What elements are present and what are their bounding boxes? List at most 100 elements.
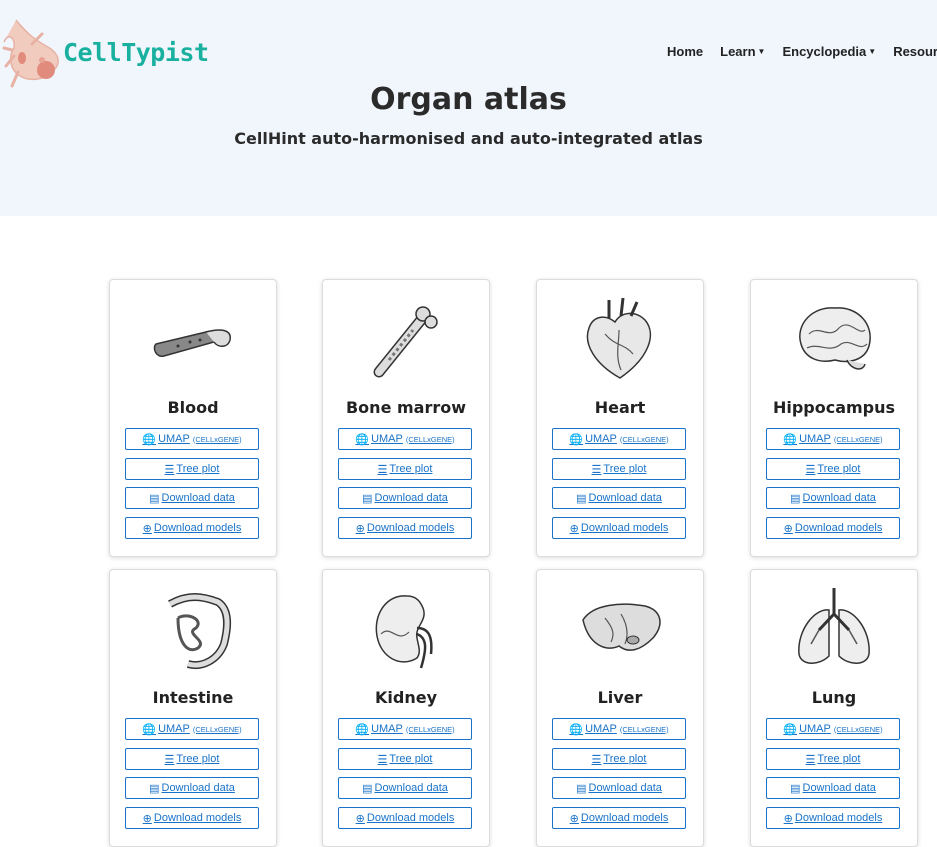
organ-card-bone-marrow: Bone marrow 🌐 UMAP (CELLxGENE) ☰ Tree plot … — [322, 279, 490, 557]
tree-plot-link[interactable]: ☰ Tree plot — [552, 748, 686, 770]
umap-link[interactable]: 🌐 UMAP (CELLxGENE) — [552, 428, 686, 450]
tree-plot-link[interactable]: ☰ Tree plot — [338, 458, 472, 480]
list-icon: ☰ — [164, 753, 175, 766]
organ-name: Kidney — [374, 688, 437, 707]
download-models-label: Download models — [580, 812, 669, 824]
download-models-link[interactable]: ⊕ Download models — [338, 807, 472, 829]
umap-link[interactable]: 🌐 UMAP (CELLxGENE) — [338, 718, 472, 740]
page-title: Organ atlas — [370, 82, 567, 117]
download-data-label: Download data — [161, 782, 235, 794]
globe-icon: 🌐 — [783, 723, 798, 736]
nav-home[interactable]: Home — [667, 44, 703, 59]
list-icon: ☰ — [164, 463, 175, 476]
download-data-link[interactable]: ▤ Download data — [766, 777, 900, 799]
blood-vessel-icon — [148, 294, 238, 384]
circle-download-icon: ⊕ — [355, 522, 365, 535]
umap-link[interactable]: 🌐 UMAP (CELLxGENE) — [338, 428, 472, 450]
nav-learn[interactable]: Learn ▼ — [720, 44, 765, 59]
globe-icon: 🌐 — [569, 433, 584, 446]
umap-label: UMAP — [799, 723, 831, 735]
tree-plot-link[interactable]: ☰ Tree plot — [125, 458, 259, 480]
download-data-link[interactable]: ▤ Download data — [766, 487, 900, 509]
umap-sublabel: (CELLxGENE) — [833, 434, 883, 444]
organ-card-kidney: Kidney 🌐 UMAP (CELLxGENE) ☰ Tree plot ▤ Down… — [322, 569, 490, 847]
file-download-icon: ▤ — [362, 492, 373, 505]
globe-icon: 🌐 — [783, 433, 798, 446]
globe-icon: 🌐 — [355, 723, 370, 736]
organ-card-lung: Lung 🌐 UMAP (CELLxGENE) ☰ Tree plot ▤ Downlo… — [750, 569, 918, 847]
download-models-label: Download models — [153, 522, 242, 534]
tree-plot-link[interactable]: ☰ Tree plot — [125, 748, 259, 770]
intestine-icon — [148, 584, 238, 674]
tree-plot-link[interactable]: ☰ Tree plot — [766, 748, 900, 770]
organ-name: Liver — [597, 688, 643, 707]
tree-plot-label: Tree plot — [176, 463, 220, 475]
organ-name: Hippocampus — [772, 398, 896, 417]
liver-icon — [575, 584, 665, 674]
download-data-link[interactable]: ▤ Download data — [338, 487, 472, 509]
tree-plot-link[interactable]: ☰ Tree plot — [766, 458, 900, 480]
download-models-label: Download models — [366, 812, 455, 824]
umap-label: UMAP — [371, 433, 403, 445]
circle-download-icon: ⊕ — [783, 812, 793, 825]
download-data-link[interactable]: ▤ Download data — [125, 777, 259, 799]
tree-plot-label: Tree plot — [389, 753, 433, 765]
organ-card-liver: Liver 🌐 UMAP (CELLxGENE) ☰ Tree plot ▤ Downl… — [536, 569, 704, 847]
download-models-link[interactable]: ⊕ Download models — [766, 517, 900, 539]
download-data-label: Download data — [802, 782, 876, 794]
nav-encyclopedia[interactable]: Encyclopedia ▼ — [782, 44, 876, 59]
tree-plot-label: Tree plot — [603, 753, 647, 765]
globe-icon: 🌐 — [142, 723, 157, 736]
globe-icon: 🌐 — [569, 723, 584, 736]
circle-download-icon: ⊕ — [142, 522, 152, 535]
umap-label: UMAP — [585, 433, 617, 445]
download-data-link[interactable]: ▤ Download data — [125, 487, 259, 509]
download-models-link[interactable]: ⊕ Download models — [125, 807, 259, 829]
file-download-icon: ▤ — [149, 782, 160, 795]
brand-logo[interactable]: CellTypist — [2, 14, 209, 90]
circle-download-icon: ⊕ — [355, 812, 365, 825]
download-models-link[interactable]: ⊕ Download models — [552, 517, 686, 539]
tree-plot-label: Tree plot — [603, 463, 647, 475]
tree-plot-link[interactable]: ☰ Tree plot — [338, 748, 472, 770]
umap-sublabel: (CELLxGENE) — [405, 434, 455, 444]
tree-plot-label: Tree plot — [176, 753, 220, 765]
umap-sublabel: (CELLxGENE) — [192, 724, 242, 734]
download-models-link[interactable]: ⊕ Download models — [552, 807, 686, 829]
umap-label: UMAP — [799, 433, 831, 445]
tree-plot-link[interactable]: ☰ Tree plot — [552, 458, 686, 480]
umap-sublabel: (CELLxGENE) — [405, 724, 455, 734]
organ-name: Intestine — [152, 688, 234, 707]
list-icon: ☰ — [805, 753, 816, 766]
list-icon: ☰ — [805, 463, 816, 476]
download-models-link[interactable]: ⊕ Download models — [338, 517, 472, 539]
umap-link[interactable]: 🌐 UMAP (CELLxGENE) — [552, 718, 686, 740]
nav-home-label: Home — [667, 44, 704, 59]
umap-link[interactable]: 🌐 UMAP (CELLxGENE) — [125, 718, 259, 740]
nav-resources[interactable]: Resources — [893, 44, 937, 59]
download-models-link[interactable]: ⊕ Download models — [125, 517, 259, 539]
organ-name: Blood — [167, 398, 219, 417]
umap-link[interactable]: 🌐 UMAP (CELLxGENE) — [125, 428, 259, 450]
nav-encyclopedia-label: Encyclopedia — [782, 44, 867, 59]
organ-name: Lung — [811, 688, 857, 707]
caret-down-icon: ▼ — [868, 47, 877, 56]
download-models-link[interactable]: ⊕ Download models — [766, 807, 900, 829]
tree-plot-label: Tree plot — [817, 463, 861, 475]
umap-sublabel: (CELLxGENE) — [833, 724, 883, 734]
list-icon: ☰ — [591, 753, 602, 766]
caret-down-icon: ▼ — [757, 47, 766, 56]
list-icon: ☰ — [591, 463, 602, 476]
file-download-icon: ▤ — [576, 782, 587, 795]
umap-link[interactable]: 🌐 UMAP (CELLxGENE) — [766, 718, 900, 740]
nav-resources-label: Resources — [893, 44, 937, 59]
umap-link[interactable]: 🌐 UMAP (CELLxGENE) — [766, 428, 900, 450]
list-icon: ☰ — [377, 463, 388, 476]
download-data-label: Download data — [588, 782, 662, 794]
download-data-label: Download data — [802, 492, 876, 504]
globe-icon: 🌐 — [355, 433, 370, 446]
download-data-link[interactable]: ▤ Download data — [552, 777, 686, 799]
download-data-link[interactable]: ▤ Download data — [552, 487, 686, 509]
download-models-label: Download models — [794, 812, 883, 824]
download-data-link[interactable]: ▤ Download data — [338, 777, 472, 799]
